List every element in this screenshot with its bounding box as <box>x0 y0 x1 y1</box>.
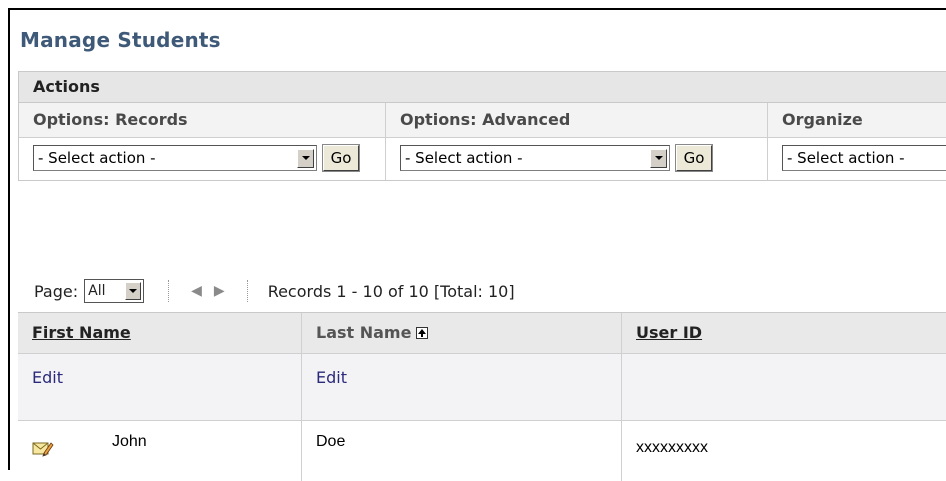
page-select-value: All <box>88 283 106 299</box>
user-id-value: xxxxxxxxx <box>622 421 946 481</box>
pager-divider <box>246 280 248 302</box>
edit-last-name-link[interactable]: Edit <box>302 354 622 420</box>
students-table: First Name Last Name User ID Edit Edit J… <box>18 312 946 481</box>
chevron-down-icon[interactable] <box>297 148 314 168</box>
sort-ascending-icon[interactable] <box>416 327 429 339</box>
options-records-label: Options: Records <box>19 103 386 137</box>
user-id-header-label[interactable]: User ID <box>636 323 702 342</box>
last-name-header[interactable]: Last Name <box>302 313 622 353</box>
advanced-select-cell: - Select action - Go <box>386 138 768 180</box>
mail-edit-icon[interactable] <box>32 439 54 457</box>
first-name-value: John <box>112 433 147 450</box>
advanced-go-button[interactable]: Go <box>675 144 713 172</box>
records-action-select[interactable]: - Select action - <box>33 145 317 171</box>
chevron-down-icon[interactable] <box>125 282 142 300</box>
next-page-icon[interactable]: ▶ <box>214 283 225 299</box>
actions-select-row: - Select action - Go - Select action - G… <box>19 138 946 180</box>
records-select-value: - Select action - <box>38 149 156 167</box>
pager: Page: All ◀ ▶ Records 1 - 10 of 10 [Tota… <box>34 276 515 306</box>
records-go-button[interactable]: Go <box>322 144 360 172</box>
organize-label: Organize <box>768 103 946 137</box>
table-edit-row: Edit Edit <box>18 354 946 421</box>
prev-page-icon[interactable]: ◀ <box>191 283 202 299</box>
last-name-value: Doe <box>302 421 622 481</box>
records-summary: Records 1 - 10 of 10 [Total: 10] <box>267 281 515 301</box>
edit-first-name-link[interactable]: Edit <box>18 354 302 420</box>
page-select[interactable]: All <box>84 279 145 303</box>
first-name-header[interactable]: First Name <box>18 313 302 353</box>
first-name-cell: John <box>18 421 302 481</box>
actions-panel: Actions Options: Records Options: Advanc… <box>18 71 946 181</box>
table-row: John Doe xxxxxxxxx <box>18 421 946 481</box>
options-advanced-label: Options: Advanced <box>386 103 768 137</box>
edit-user-id-cell <box>622 354 946 420</box>
user-id-header[interactable]: User ID <box>622 313 946 353</box>
pager-divider <box>168 280 170 302</box>
page-title: Manage Students <box>20 28 221 52</box>
advanced-select-value: - Select action - <box>405 149 523 167</box>
chevron-down-icon[interactable] <box>650 148 667 168</box>
last-name-header-label[interactable]: Last Name <box>316 323 411 342</box>
records-select-cell: - Select action - Go <box>19 138 386 180</box>
organize-select-value: - Select action - <box>787 149 905 167</box>
page-label: Page: <box>34 281 79 301</box>
advanced-action-select[interactable]: - Select action - <box>400 145 670 171</box>
actions-header: Actions <box>19 72 946 103</box>
organize-action-select[interactable]: - Select action - <box>782 145 946 171</box>
actions-options-row: Options: Records Options: Advanced Organ… <box>19 103 946 138</box>
table-header-row: First Name Last Name User ID <box>18 313 946 354</box>
first-name-header-label[interactable]: First Name <box>32 323 131 342</box>
organize-select-cell: - Select action - <box>768 138 946 180</box>
